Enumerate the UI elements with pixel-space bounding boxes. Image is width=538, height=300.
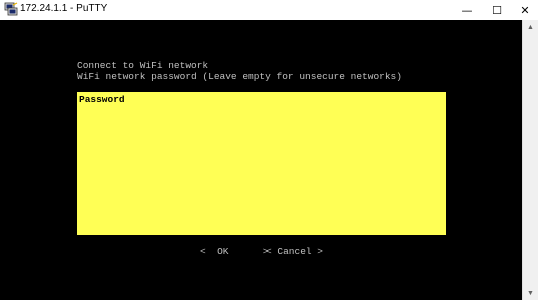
password-input[interactable]: Password <box>77 92 446 235</box>
terminal-screen[interactable]: Connect to WiFi network WiFi network pas… <box>0 20 522 300</box>
dialog-prompt: WiFi network password (Leave empty for u… <box>77 71 402 82</box>
close-button[interactable]: ✕ <box>510 0 538 20</box>
vertical-scrollbar[interactable]: ▲ ▼ <box>522 20 538 300</box>
ok-button[interactable]: < OK > <box>200 246 268 257</box>
window-title: 172.24.1.1 - PuTTY <box>20 3 108 14</box>
password-field-label: Password <box>79 94 125 105</box>
scroll-up-arrow-icon[interactable]: ▲ <box>523 20 538 34</box>
maximize-button[interactable]: ☐ <box>482 0 512 20</box>
minimize-button[interactable]: — <box>452 0 482 20</box>
putty-icon <box>4 2 18 16</box>
window-titlebar[interactable]: 172.24.1.1 - PuTTY — ☐ ✕ <box>0 0 538 20</box>
cancel-button[interactable]: < Cancel > <box>266 246 323 257</box>
scroll-down-arrow-icon[interactable]: ▼ <box>523 286 538 300</box>
dialog-heading: Connect to WiFi network <box>77 60 209 71</box>
